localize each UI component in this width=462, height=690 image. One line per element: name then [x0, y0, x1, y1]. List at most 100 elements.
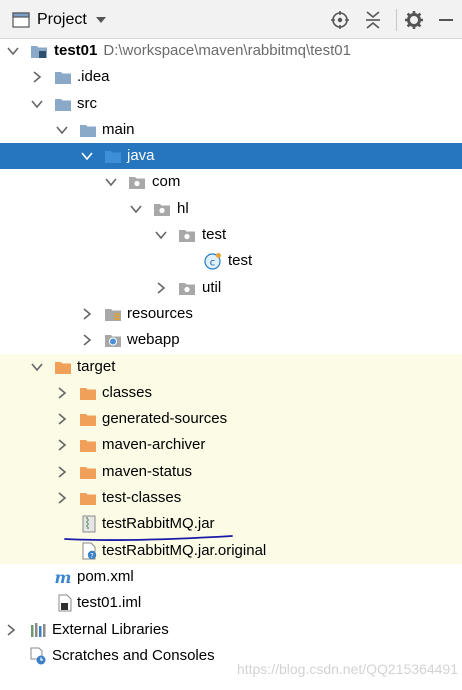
locate-icon[interactable]	[330, 10, 350, 30]
tree-label: java	[127, 147, 155, 165]
tree-row-java[interactable]: java	[0, 143, 462, 170]
tree-row-idea[interactable]: .idea	[0, 64, 462, 90]
settings-gear-icon[interactable]	[404, 10, 424, 30]
root-module-path: D:\workspace\maven\rabbitmq\test01	[103, 42, 351, 59]
tree-row-test-class[interactable]: c test	[0, 248, 462, 274]
dropdown-caret-icon	[95, 17, 106, 23]
tree-row-src[interactable]: src	[0, 91, 462, 117]
tree-label: test-classes	[102, 489, 182, 507]
tree-row-main[interactable]: main	[0, 117, 462, 143]
tree-label: test	[202, 226, 227, 244]
module-file-icon	[58, 594, 72, 612]
libraries-icon	[31, 622, 46, 637]
chevron-right-icon[interactable]	[55, 386, 69, 400]
tree-row-hl[interactable]: hl	[0, 196, 462, 222]
chevron-right-icon[interactable]	[30, 70, 44, 84]
chevron-right-icon[interactable]	[55, 412, 69, 426]
tree-row-test-classes[interactable]: test-classes	[0, 485, 462, 512]
chevron-right-icon[interactable]	[55, 491, 69, 505]
chevron-down-icon[interactable]	[129, 202, 143, 216]
tree-label: test	[228, 252, 253, 270]
tree-label: com	[152, 173, 181, 191]
tree-label: Scratches and Consoles	[52, 646, 215, 664]
tree-label: hl	[177, 199, 189, 217]
project-view-selector[interactable]: Project	[12, 10, 107, 30]
watermark-text: https://blog.csdn.net/QQ215364491	[236, 661, 458, 677]
folder-icon	[55, 98, 71, 111]
tree-label: classes	[102, 383, 153, 401]
tree-row-maven-status[interactable]: maven-status	[0, 458, 462, 486]
folder-icon	[55, 72, 71, 85]
chevron-down-icon[interactable]	[154, 228, 168, 242]
tree-row-maven-archiver[interactable]: maven-archiver	[0, 432, 462, 459]
tree-label: test01.iml	[77, 594, 142, 612]
tree-label: main	[102, 120, 135, 138]
tree-row-generated-sources[interactable]: generated-sources	[0, 406, 462, 433]
tree-row-com[interactable]: com	[0, 169, 462, 195]
chevron-right-icon[interactable]	[55, 438, 69, 452]
project-window-icon	[12, 12, 30, 28]
tree-row-test-package[interactable]: test	[0, 222, 462, 248]
tree-label: generated-sources	[102, 410, 228, 428]
tree-row-iml[interactable]: test01.iml	[0, 590, 462, 616]
tree-label: External Libraries	[52, 620, 169, 638]
project-view-title: Project	[37, 11, 87, 28]
collapse-all-icon[interactable]	[363, 10, 383, 30]
tree-label: .idea	[77, 68, 110, 86]
jar-archive-icon	[82, 515, 96, 533]
chevron-down-icon[interactable]	[55, 123, 69, 137]
excluded-folder-icon	[55, 361, 71, 374]
chevron-down-icon[interactable]	[104, 175, 118, 189]
tree-row-classes[interactable]: classes	[0, 379, 462, 407]
tree-label: util	[202, 278, 222, 296]
excluded-folder-icon	[80, 387, 96, 400]
tree-label: resources	[127, 304, 193, 322]
project-tree: test01 D:\workspace\maven\rabbitmq\test01…	[0, 38, 462, 669]
module-folder-icon	[31, 46, 47, 58]
chevron-right-icon[interactable]	[55, 465, 69, 479]
excluded-folder-icon	[80, 466, 96, 479]
root-module-name: test01	[54, 42, 98, 59]
chevron-right-icon[interactable]	[80, 333, 94, 347]
maven-icon: m	[55, 568, 72, 586]
project-toolbar: Project	[0, 0, 462, 39]
web-folder-icon	[105, 335, 121, 348]
tree-row-webapp[interactable]: webapp	[0, 327, 462, 353]
tree-row-resources[interactable]: resources	[0, 301, 462, 327]
resources-folder-icon	[105, 308, 121, 321]
chevron-down-icon[interactable]	[80, 149, 94, 163]
svg-text:m: m	[55, 568, 72, 586]
package-icon	[179, 230, 195, 243]
chevron-down-icon[interactable]	[30, 97, 44, 111]
scratches-icon	[30, 647, 46, 665]
folder-icon	[80, 124, 96, 137]
tree-label: maven-archiver	[102, 436, 206, 454]
tree-row-target[interactable]: target	[0, 353, 462, 380]
source-folder-icon	[105, 151, 121, 164]
excluded-folder-icon	[80, 440, 96, 453]
tree-label: pom.xml	[77, 567, 134, 585]
package-icon	[129, 177, 145, 190]
java-class-icon: c	[204, 253, 221, 270]
excluded-folder-icon	[80, 493, 96, 506]
chevron-right-icon[interactable]	[80, 307, 94, 321]
hide-icon[interactable]	[436, 10, 456, 30]
tree-label: webapp	[127, 331, 180, 349]
chevron-right-icon[interactable]	[154, 281, 168, 295]
chevron-down-icon[interactable]	[30, 360, 44, 374]
package-icon	[179, 282, 195, 295]
svg-text:?: ?	[90, 552, 94, 560]
tree-label: target	[77, 357, 116, 375]
chevron-down-icon[interactable]	[6, 44, 20, 58]
tree-row-root[interactable]: test01 D:\workspace\maven\rabbitmq\test01	[0, 38, 462, 64]
chevron-right-icon[interactable]	[4, 623, 18, 637]
tree-label: maven-status	[102, 462, 193, 480]
tree-row-util[interactable]: util	[0, 275, 462, 301]
tree-row-pom[interactable]: m pom.xml	[0, 564, 462, 590]
tree-row-external-libraries[interactable]: External Libraries	[0, 617, 462, 643]
tree-label: testRabbitMQ.jar	[102, 515, 215, 533]
excluded-folder-icon	[80, 414, 96, 427]
handwritten-underline-annotation	[64, 535, 233, 541]
svg-text:c: c	[210, 258, 216, 269]
toolbar-separator	[396, 9, 397, 31]
